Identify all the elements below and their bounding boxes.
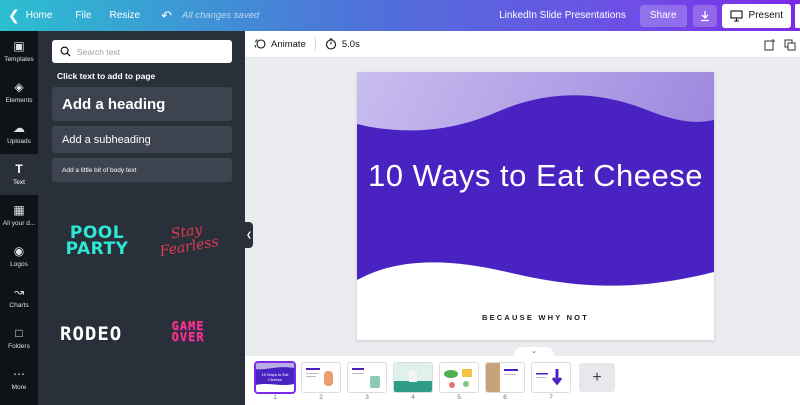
collapse-panel-button[interactable]: ❮ bbox=[245, 222, 253, 248]
slide-title[interactable]: 10 Ways to Eat Cheese bbox=[357, 158, 714, 194]
thumbnail-1-title: 10 Ways to Eat Cheese bbox=[261, 372, 289, 382]
page-number: 7 bbox=[549, 394, 553, 401]
font-combo-stay-fearless[interactable]: Stay Fearless bbox=[148, 219, 228, 262]
templates-icon: ▣ bbox=[13, 39, 25, 53]
slide-background-waves bbox=[357, 72, 714, 340]
top-bar: ❮ Home File Resize ↶ All changes saved L… bbox=[0, 0, 800, 31]
elements-icon: ◈ bbox=[14, 80, 24, 94]
thumbnail-preview bbox=[532, 363, 570, 392]
page-number: 3 bbox=[365, 394, 369, 401]
duration-button[interactable]: 5.0s bbox=[316, 31, 369, 58]
rail-item-elements[interactable]: ◈ Elements bbox=[0, 72, 38, 113]
rail-item-more[interactable]: ⋯ More bbox=[0, 359, 38, 400]
text-icon: T bbox=[15, 162, 23, 176]
page-thumbnail-4[interactable] bbox=[394, 363, 432, 392]
home-button[interactable]: Home bbox=[24, 0, 67, 31]
thumbnail-preview bbox=[394, 363, 432, 392]
rail-item-charts[interactable]: ↝ Charts bbox=[0, 277, 38, 318]
grid-icon: ▦ bbox=[13, 203, 25, 217]
page-thumbnail-2[interactable] bbox=[302, 363, 340, 392]
rail-item-text[interactable]: T Text bbox=[0, 154, 38, 195]
search-icon bbox=[60, 46, 71, 57]
font-combo-game-over[interactable]: GAME OVER bbox=[152, 320, 224, 343]
document-title[interactable]: LinkedIn Slide Presentations bbox=[499, 10, 626, 21]
side-rail: ▣ Templates ◈ Elements ☁ Uploads T Text … bbox=[0, 31, 38, 405]
thumbnail-preview bbox=[486, 363, 524, 392]
font-combo-pool-party[interactable]: POOL PARTY bbox=[58, 225, 136, 258]
back-chevron-icon[interactable]: ❮ bbox=[0, 0, 24, 31]
page-thumbnail-7[interactable] bbox=[532, 363, 570, 392]
save-status: All changes saved bbox=[182, 10, 260, 21]
resize-button[interactable]: Resize bbox=[101, 0, 150, 31]
animate-button[interactable]: Animate bbox=[245, 31, 315, 58]
add-subheading-button[interactable]: Add a subheading bbox=[52, 126, 232, 153]
add-page-button[interactable]: + bbox=[579, 363, 615, 392]
page-thumbnail-3[interactable] bbox=[348, 363, 386, 392]
animate-label: Animate bbox=[271, 38, 306, 50]
rail-item-all-designs[interactable]: ▦ All your d... bbox=[0, 195, 38, 236]
page-number: 5 bbox=[457, 394, 461, 401]
slide-canvas[interactable]: 10 Ways to Eat Cheese BECAUSE WHY NOT bbox=[357, 72, 714, 340]
add-heading-button[interactable]: Add a heading bbox=[52, 87, 232, 121]
page-number: 2 bbox=[319, 394, 323, 401]
more-dots-icon: ⋯ bbox=[13, 367, 25, 381]
chart-icon: ↝ bbox=[13, 285, 25, 299]
rail-item-uploads[interactable]: ☁ Uploads bbox=[0, 113, 38, 154]
page-number: 4 bbox=[411, 394, 415, 401]
logo-icon: ◉ bbox=[13, 244, 25, 258]
undo-icon[interactable]: ↶ bbox=[155, 0, 178, 31]
page-thumbnails: 10 Ways to Eat Cheese 1 2 3 4 5 6 7 + bbox=[245, 356, 800, 405]
text-panel: Click text to add to page Add a heading … bbox=[38, 31, 245, 405]
duplicate-page-icon[interactable] bbox=[784, 39, 796, 51]
rail-item-logos[interactable]: ◉ Logos bbox=[0, 236, 38, 277]
page-thumbnail-6[interactable] bbox=[486, 363, 524, 392]
file-menu-button[interactable]: File bbox=[66, 0, 100, 31]
download-icon bbox=[700, 10, 709, 21]
thumbnail-preview bbox=[440, 363, 478, 392]
editor-toolbar: Animate 5.0s bbox=[245, 31, 800, 58]
search-box[interactable] bbox=[52, 40, 232, 63]
present-label: Present bbox=[748, 10, 783, 21]
present-button[interactable]: Present bbox=[721, 3, 791, 28]
search-input[interactable] bbox=[77, 46, 227, 57]
page-thumbnail-5[interactable] bbox=[440, 363, 478, 392]
upload-cloud-icon: ☁ bbox=[13, 121, 25, 135]
timer-icon bbox=[325, 38, 336, 50]
font-combo-rodeo[interactable]: RODEO bbox=[60, 323, 122, 345]
add-page-icon[interactable] bbox=[764, 38, 776, 51]
rail-item-folders[interactable]: □ Folders bbox=[0, 318, 38, 359]
page-number: 1 bbox=[273, 394, 277, 401]
plus-icon: + bbox=[592, 368, 602, 386]
download-button[interactable] bbox=[692, 4, 717, 27]
panel-hint: Click text to add to page bbox=[57, 71, 156, 81]
share-button[interactable]: Share bbox=[639, 4, 687, 27]
page-thumbnail-1[interactable]: 10 Ways to Eat Cheese bbox=[256, 363, 294, 392]
present-screen-icon bbox=[729, 9, 743, 22]
slide-subtitle[interactable]: BECAUSE WHY NOT bbox=[357, 313, 714, 322]
add-body-text-button[interactable]: Add a little bit of body text bbox=[52, 158, 232, 182]
duration-label: 5.0s bbox=[341, 38, 360, 50]
animate-icon bbox=[254, 39, 266, 49]
rail-item-templates[interactable]: ▣ Templates bbox=[0, 31, 38, 72]
page-number: 6 bbox=[503, 394, 507, 401]
folder-icon: □ bbox=[15, 326, 23, 340]
present-options-button[interactable] bbox=[795, 3, 800, 28]
